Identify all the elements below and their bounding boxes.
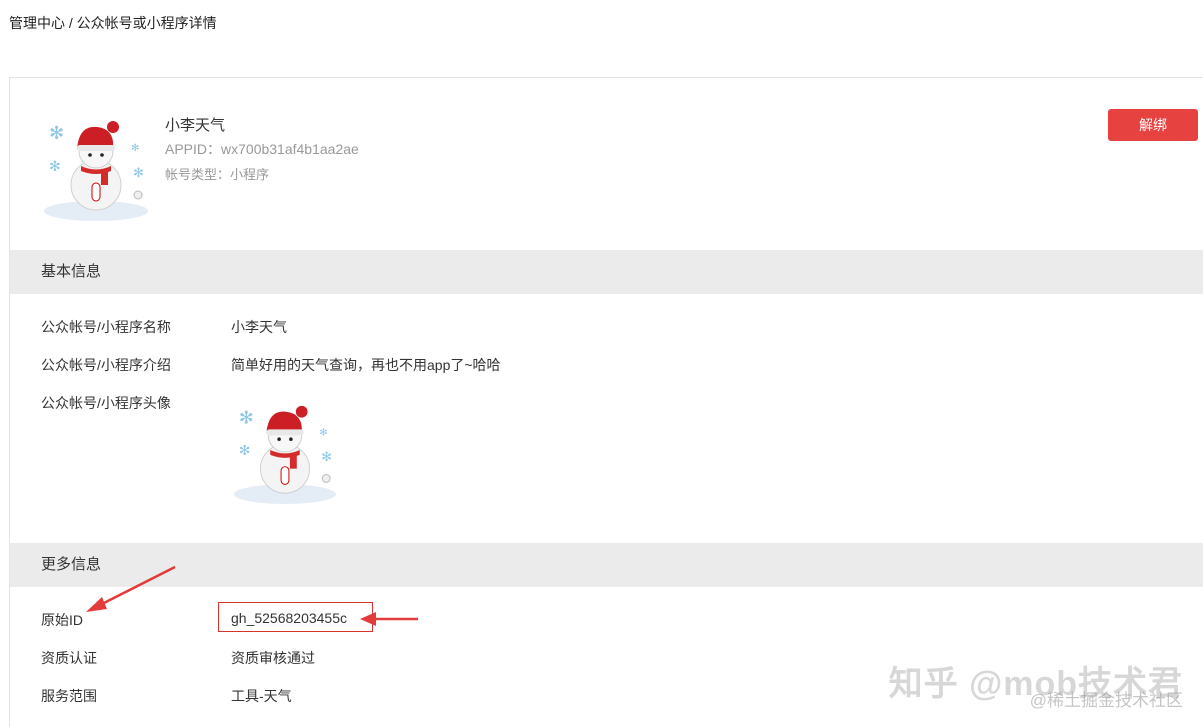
- red-arrow-icon: [86, 565, 176, 612]
- service-scope-label: 服务范围: [41, 688, 97, 704]
- breadcrumb: 管理中心 / 公众帐号或小程序详情: [9, 15, 217, 31]
- watermark-juejin: @稀土掘金技术社区: [1029, 691, 1183, 710]
- snowman-avatar-icon: ✻ ✻ ✻ ✻: [231, 396, 339, 504]
- svg-text:✻: ✻: [319, 427, 327, 438]
- svg-text:✻: ✻: [321, 449, 332, 464]
- intro-value: 简单好用的天气查询，再也不用app了~哈哈: [231, 357, 501, 373]
- unbind-button[interactable]: 解绑: [1108, 109, 1198, 141]
- svg-text:✻: ✻: [239, 443, 251, 458]
- intro-label: 公众帐号/小程序介绍: [41, 357, 171, 373]
- original-id-value: gh_52568203455c: [231, 610, 348, 626]
- detail-panel: ✻ ✻ ✻ ✻ 小李天气 APPID：wx700b31af4b1aa2ae 帐号…: [9, 77, 1203, 727]
- svg-text:✻: ✻: [131, 143, 139, 154]
- name-label: 公众帐号/小程序名称: [41, 319, 171, 335]
- app-name: 小李天气: [165, 117, 226, 134]
- appid-text: APPID：wx700b31af4b1aa2ae: [165, 141, 359, 157]
- svg-text:✻: ✻: [133, 165, 144, 180]
- more-info-header: 更多信息: [10, 543, 1203, 587]
- svg-text:✻: ✻: [239, 407, 254, 427]
- account-type-text: 帐号类型：小程序: [165, 167, 270, 182]
- snowman-avatar-icon: ✻ ✻ ✻ ✻: [41, 111, 151, 221]
- svg-text:✻: ✻: [49, 123, 64, 143]
- original-id-label: 原始ID: [41, 612, 83, 628]
- basic-info-header: 基本信息: [10, 250, 1203, 294]
- qualification-value: 资质审核通过: [231, 650, 315, 666]
- red-arrow-icon: [360, 612, 418, 626]
- name-value: 小李天气: [231, 319, 287, 335]
- svg-text:✻: ✻: [49, 158, 61, 174]
- qualification-label: 资质认证: [41, 650, 97, 666]
- avatar-label: 公众帐号/小程序头像: [41, 395, 171, 411]
- service-scope-value: 工具-天气: [231, 688, 292, 704]
